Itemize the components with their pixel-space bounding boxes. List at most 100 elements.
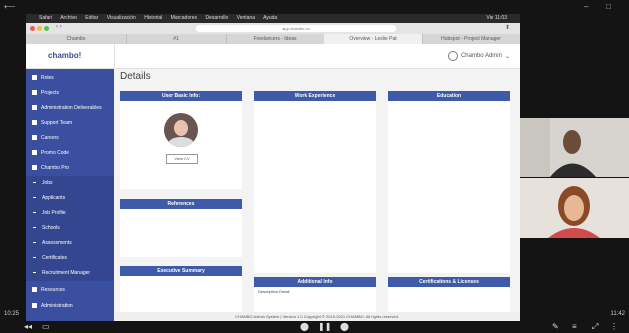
sidebar-item-label: Projects (41, 90, 60, 96)
chambo-pro-icon (32, 165, 37, 171)
sidebar-subitem-recruitment-manager[interactable]: Recruitment Manager (26, 266, 114, 281)
executive-summary-header: Executive Summary (120, 266, 242, 276)
references-header: References (120, 199, 242, 209)
menubar-item[interactable]: Archivo (60, 15, 77, 21)
shared-browser-window: Safari Archivo Editar Visualización Hist… (26, 14, 520, 321)
close-window-button[interactable] (30, 26, 35, 31)
administration-icon (32, 303, 37, 309)
sidebar-item-label: Roles (41, 75, 54, 81)
work-experience-panel (254, 101, 376, 273)
menubar-item[interactable]: Editar (85, 15, 98, 21)
url-bar[interactable]: app.chambo.co (196, 25, 396, 32)
maximize-button[interactable]: □ (606, 2, 611, 11)
sidebar-subitem-label: Applicants (42, 195, 66, 201)
minimize-window-button[interactable] (37, 26, 42, 31)
sidebar-item-label: Promo Code (41, 150, 70, 156)
basic-info-panel: View CV (120, 101, 242, 189)
captions-icon[interactable]: ▭ (42, 322, 50, 331)
menubar-item[interactable]: Visualización (107, 15, 136, 21)
menubar-item[interactable]: Safari (39, 15, 52, 21)
page-title: Details (120, 71, 151, 82)
menubar-item[interactable]: Ventana (237, 15, 255, 21)
zoom-window-button[interactable] (44, 26, 49, 31)
menubar-item[interactable]: Historial (144, 15, 162, 21)
logo-area: chambo! (26, 44, 115, 68)
fullscreen-icon[interactable]: ⤢ (592, 322, 598, 332)
participant-2-image (520, 178, 629, 238)
bullet-icon (33, 256, 36, 258)
additional-info-value: Description Detail (258, 289, 290, 294)
sidebar-item-promo-code[interactable]: Promo Code (26, 146, 114, 161)
browser-tabs: Chambo #1 Freelancers - Ideas Overview -… (26, 34, 520, 44)
share-icon[interactable]: ⬤ (340, 322, 349, 331)
participant-video-1[interactable] (520, 118, 629, 177)
references-panel (120, 209, 242, 257)
microphone-icon[interactable]: ⬤ (300, 322, 309, 331)
sidebar: Roles Projects Administration Deliverabl… (26, 69, 114, 321)
education-header: Education (388, 91, 510, 101)
support-team-icon (32, 120, 37, 126)
additional-info-header: Additional Info (254, 277, 376, 287)
sidebar-item-roles[interactable]: Roles (26, 71, 114, 86)
app-footer: CHAMBO Admin System | Version 1.0 Copyri… (114, 312, 520, 321)
bullet-icon (33, 181, 36, 183)
pen-icon[interactable]: ✎ (552, 322, 559, 331)
user-menu[interactable]: Chambo Admin ⌄ (447, 51, 510, 61)
certifications-panel (388, 287, 510, 312)
app-header: chambo! Chambo Admin ⌄ (26, 44, 520, 69)
participant-video-2[interactable] (520, 178, 629, 238)
sidebar-subitem-label: Schools (42, 225, 60, 231)
chevron-down-icon: ⌄ (504, 53, 510, 60)
sidebar-item-resources[interactable]: Resources (26, 283, 114, 298)
education-panel (388, 101, 510, 273)
sidebar-item-projects[interactable]: Projects (26, 86, 114, 101)
sidebar-subitem-applicants[interactable]: Applicants (26, 191, 114, 206)
sidebar-item-chambo-pro[interactable]: Chambo Pro (26, 161, 114, 176)
pause-icon[interactable]: ❚❚ (318, 322, 331, 331)
browser-tab-active[interactable]: Overview - Leslie Pat (324, 34, 423, 44)
sidebar-item-label: Administration (41, 303, 73, 309)
bullet-icon (33, 241, 36, 243)
careers-icon (32, 135, 37, 141)
menubar-item[interactable]: Desarrollo (205, 15, 228, 21)
sidebar-item-careers[interactable]: Careers (26, 131, 114, 146)
browser-tab[interactable]: Chambo (26, 34, 127, 44)
total-time: 11:42 (610, 311, 625, 317)
menubar-clock: Vie 11:03 (486, 15, 507, 21)
bullet-icon (33, 196, 36, 198)
more-icon[interactable]: ⋮ (610, 322, 618, 331)
rewind-icon[interactable]: ◂◂ (24, 322, 32, 331)
view-cv-button[interactable]: View CV (166, 154, 198, 164)
main-content: Details User Basic Info: View CV Referen… (114, 69, 520, 312)
bullet-icon (33, 271, 36, 273)
player-top-strip: ⟵ – □ (0, 0, 629, 14)
sidebar-subitem-job-profile[interactable]: Job Profile (26, 206, 114, 221)
browser-tab[interactable]: #1 (126, 34, 227, 44)
sidebar-subitem-schools[interactable]: Schools (26, 221, 114, 236)
menubar-item[interactable]: Ayuda (263, 15, 277, 21)
share-icon[interactable]: ⬆ (505, 24, 510, 31)
sidebar-item-administration[interactable]: Administration (26, 299, 114, 314)
deliverables-icon (32, 105, 37, 111)
sidebar-subitem-assessments[interactable]: Assessments (26, 236, 114, 251)
sidebar-item-label: Chambo Pro (41, 165, 70, 171)
user-avatar-icon (447, 51, 458, 61)
sidebar-subitem-label: Assessments (42, 240, 72, 246)
sidebar-item-deliverables[interactable]: Administration Deliverables (26, 101, 114, 116)
sidebar-item-support-team[interactable]: Support Team (26, 116, 114, 131)
chambo-logo[interactable]: chambo! (48, 51, 81, 60)
profile-body (168, 137, 194, 147)
browser-tab[interactable]: Hubspot - Project Manager (422, 34, 520, 44)
resources-icon (32, 287, 37, 293)
sidebar-subitem-label: Job Profile (42, 210, 66, 216)
back-forward-icon[interactable]: ‹ › (56, 24, 62, 30)
sidebar-subitem-certificates[interactable]: Certificates (26, 251, 114, 266)
browser-tab[interactable]: Freelancers - Ideas (226, 34, 325, 44)
menubar-item[interactable]: Marcadores (171, 15, 197, 21)
sidebar-subitem-label: Certificates (42, 255, 68, 261)
elapsed-time: 10:25 (4, 311, 20, 317)
settings-icon[interactable]: ≡ (572, 322, 577, 331)
minimize-button[interactable]: – (584, 2, 588, 11)
sidebar-subitem-jobs[interactable]: Jobs (26, 176, 114, 191)
menu-icon[interactable]: ⟵ (4, 2, 15, 11)
